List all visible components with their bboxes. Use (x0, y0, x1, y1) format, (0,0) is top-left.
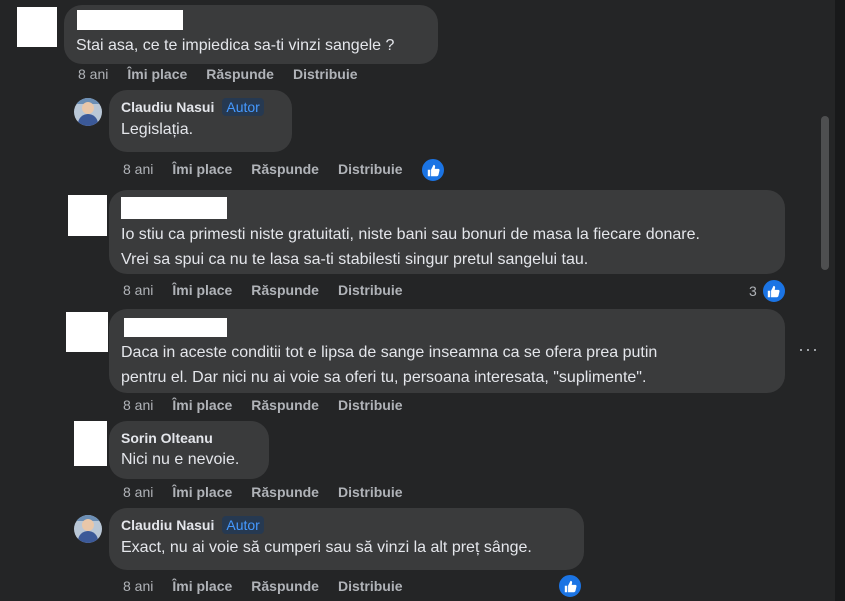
comment-text: Nici nu e nevoie. (121, 451, 240, 468)
comment-author[interactable]: Claudiu Nasui (121, 99, 214, 115)
comment-actions: 8 ani Îmi place Răspunde Distribuie (123, 397, 422, 413)
avatar-redacted[interactable] (68, 195, 107, 236)
comment-text: Stai asa, ce te impiedica sa-ti vinzi sa… (76, 37, 395, 54)
background-page-edge (835, 0, 845, 601)
comment-actions: 8 ani Îmi place Răspunde Distribuie (78, 66, 377, 82)
comment-text: Legislația. (121, 121, 194, 138)
comment-bubble: Io stiu ca primesti niste gratuitati, ni… (109, 190, 785, 274)
comment-bubble: Stai asa, ce te impiedica sa-ti vinzi sa… (64, 5, 438, 64)
avatar-shirt (78, 531, 98, 543)
avatar-claudiu[interactable] (74, 515, 102, 543)
comment-text: Exact, nu ai voie să cumperi sau să vinz… (121, 539, 532, 556)
comment-time[interactable]: 8 ani (123, 282, 153, 298)
thumbs-up-icon (420, 157, 446, 183)
reply-link[interactable]: Răspunde (251, 161, 319, 177)
author-line: Claudiu Nasui Autor (121, 516, 572, 534)
comment-time[interactable]: 8 ani (78, 66, 108, 82)
comment-time[interactable]: 8 ani (123, 484, 153, 500)
share-link[interactable]: Distribuie (338, 397, 403, 413)
reply-link[interactable]: Răspunde (251, 282, 319, 298)
avatar-redacted[interactable] (74, 421, 107, 466)
like-link[interactable]: Îmi place (172, 484, 232, 500)
comment-time[interactable]: 8 ani (123, 161, 153, 177)
comment-bubble: Claudiu Nasui Autor Legislația. (109, 90, 292, 152)
more-options-icon[interactable]: ··· (798, 339, 819, 360)
comments-panel: Stai asa, ce te impiedica sa-ti vinzi sa… (0, 0, 835, 601)
author-badge: Autor (222, 516, 264, 534)
reply-link[interactable]: Răspunde (251, 578, 319, 594)
comment-actions: 8 ani Îmi place Răspunde Distribuie (123, 282, 422, 298)
redacted-author[interactable] (77, 10, 183, 30)
comment-time[interactable]: 8 ani (123, 397, 153, 413)
avatar-claudiu[interactable] (74, 98, 102, 126)
redacted-author[interactable] (121, 197, 227, 219)
reply-link[interactable]: Răspunde (251, 484, 319, 500)
avatar-face (82, 519, 94, 531)
like-link[interactable]: Îmi place (172, 161, 232, 177)
avatar-redacted[interactable] (17, 7, 57, 47)
like-link[interactable]: Îmi place (127, 66, 187, 82)
comment-bubble: Daca in aceste conditii tot e lipsa de s… (109, 309, 785, 393)
like-link[interactable]: Îmi place (172, 578, 232, 594)
scrollbar-track[interactable] (819, 0, 833, 601)
avatar-redacted[interactable] (66, 312, 108, 352)
share-link[interactable]: Distribuie (338, 484, 403, 500)
comment-time[interactable]: 8 ani (123, 578, 153, 594)
reaction-badge[interactable] (420, 157, 446, 183)
comment-author[interactable]: Sorin Olteanu (121, 430, 213, 446)
comment-author[interactable]: Claudiu Nasui (121, 517, 214, 533)
comment-text: Daca in aceste conditii tot e lipsa de s… (121, 344, 658, 386)
comment-text: Io stiu ca primesti niste gratuitati, ni… (121, 226, 700, 268)
comment-bubble: Claudiu Nasui Autor Exact, nu ai voie să… (109, 508, 584, 570)
reply-link[interactable]: Răspunde (251, 397, 319, 413)
author-badge: Autor (222, 98, 264, 116)
scrollbar-thumb[interactable] (821, 116, 829, 270)
reaction-badge[interactable]: 3 (749, 278, 787, 304)
author-line: Sorin Olteanu (121, 430, 257, 446)
avatar-face (82, 102, 94, 114)
thumbs-up-icon (557, 573, 583, 599)
share-link[interactable]: Distribuie (293, 66, 358, 82)
like-link[interactable]: Îmi place (172, 282, 232, 298)
like-link[interactable]: Îmi place (172, 397, 232, 413)
reaction-count: 3 (749, 283, 757, 299)
comment-actions: 8 ani Îmi place Răspunde Distribuie (123, 578, 422, 594)
comment-bubble: Sorin Olteanu Nici nu e nevoie. (109, 421, 269, 479)
comment-actions: 8 ani Îmi place Răspunde Distribuie (123, 484, 422, 500)
author-line: Claudiu Nasui Autor (121, 98, 280, 116)
comment-actions: 8 ani Îmi place Răspunde Distribuie (123, 161, 422, 177)
share-link[interactable]: Distribuie (338, 578, 403, 594)
share-link[interactable]: Distribuie (338, 282, 403, 298)
avatar-shirt (78, 114, 98, 126)
reaction-badge[interactable] (557, 573, 583, 599)
share-link[interactable]: Distribuie (338, 161, 403, 177)
reply-link[interactable]: Răspunde (206, 66, 274, 82)
redacted-author[interactable] (124, 318, 227, 337)
thumbs-up-icon (760, 278, 787, 304)
